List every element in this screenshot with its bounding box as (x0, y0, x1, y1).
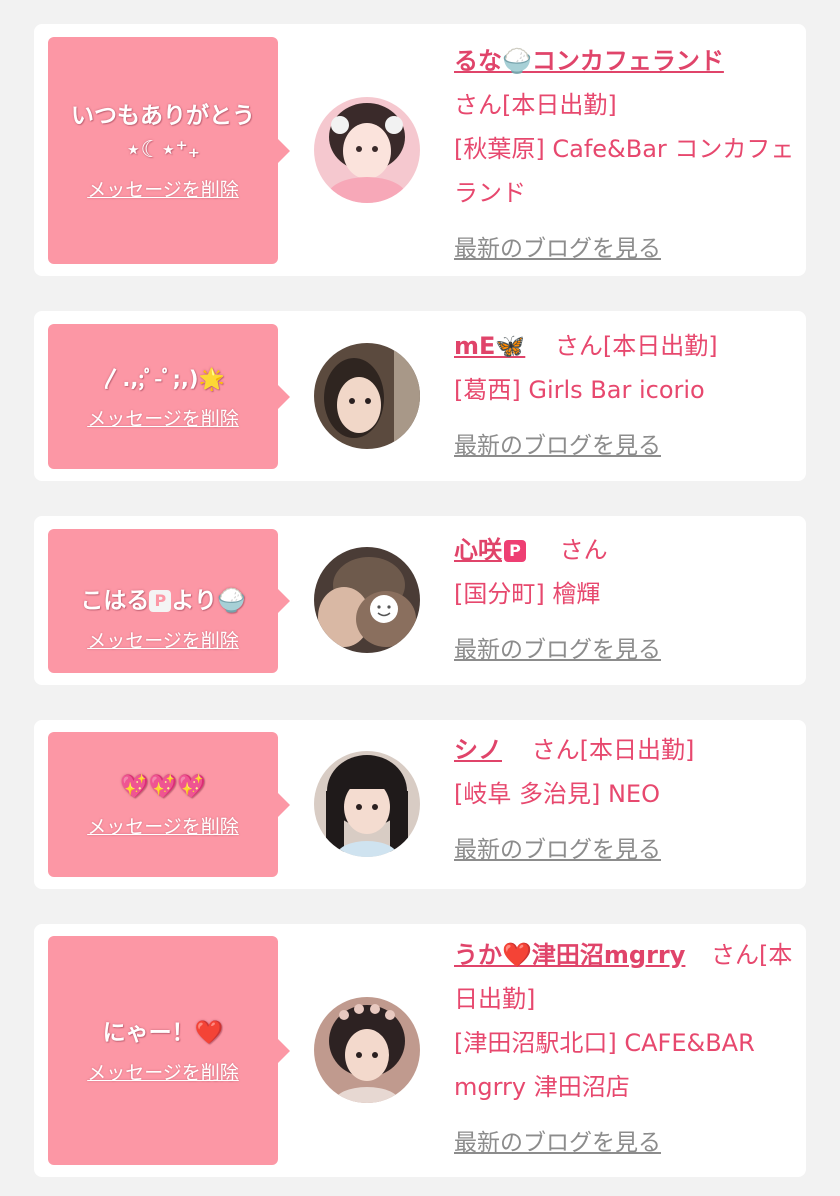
delete-message-link[interactable]: メッセージを削除 (87, 626, 239, 653)
cast-name-link[interactable]: うか❤️津田沼mgrry (454, 941, 685, 969)
p-badge-icon: P (149, 589, 172, 612)
message-bubble: にゃー！❤️ メッセージを削除 (48, 936, 290, 1165)
message-bubble: 〳.,;ﾟ-ﾟ;,)🌟 メッセージを削除 (48, 324, 290, 469)
delete-message-link[interactable]: メッセージを削除 (87, 812, 239, 839)
message-card: 〳.,;ﾟ-ﾟ;,)🌟 メッセージを削除 mE🦋 さん[本日出勤] [葛西] G… (34, 311, 806, 481)
latest-blog-link[interactable]: 最新のブログを見る (454, 1121, 799, 1165)
shop-text: [津田沼駅北口] CAFE&BAR mgrry 津田沼店 (454, 1029, 755, 1101)
avatar[interactable] (314, 97, 420, 203)
message-card: にゃー！❤️ メッセージを削除 うか❤️津田沼mgrry さん[本日出勤] [津… (34, 924, 806, 1177)
message-card: いつもありがとう ⋆☾⋆⁺₊ メッセージを削除 るな🍚コンカフェランド さん[本… (34, 24, 806, 276)
avatar[interactable] (314, 751, 420, 857)
shop-text: [国分町] 檜輝 (454, 580, 601, 608)
avatar[interactable] (314, 997, 420, 1103)
message-list: いつもありがとう ⋆☾⋆⁺₊ メッセージを削除 るな🍚コンカフェランド さん[本… (0, 0, 840, 1196)
delete-message-link[interactable]: メッセージを削除 (87, 175, 239, 202)
cast-info: 心咲 P さん [国分町] 檜輝 最新のブログを見る (454, 528, 799, 672)
latest-blog-link[interactable]: 最新のブログを見る (454, 628, 799, 672)
avatar[interactable] (314, 343, 420, 449)
shop-text: [岐阜 多治見] NEO (454, 780, 660, 808)
message-text-start: こはる (80, 587, 150, 614)
cast-name-link[interactable]: シノ (454, 736, 502, 764)
cast-suffix: さん[本日出勤] (554, 332, 718, 360)
cast-suffix: さん[本日出勤] (454, 91, 617, 119)
cast-name-link[interactable]: るな🍚コンカフェランド (454, 47, 724, 75)
cast-info: るな🍚コンカフェランド さん[本日出勤] [秋葉原] Cafe&Bar コンカフ… (454, 39, 799, 271)
message-bubble: いつもありがとう ⋆☾⋆⁺₊ メッセージを削除 (48, 37, 290, 264)
message-text: にゃー！❤️ (102, 1020, 224, 1046)
shop-text: [葛西] Girls Bar icorio (454, 376, 705, 404)
cast-suffix: さん[本日出勤] (531, 736, 695, 764)
message-text: こはる P より🍚 (70, 550, 255, 618)
latest-blog-link[interactable]: 最新のブログを見る (454, 828, 799, 872)
message-bubble: こはる P より🍚 メッセージを削除 (48, 529, 290, 673)
latest-blog-link[interactable]: 最新のブログを見る (454, 424, 799, 468)
cast-name-text: 心咲 (454, 536, 502, 564)
message-text: 💖💖💖 (120, 774, 206, 800)
message-card: こはる P より🍚 メッセージを削除 心咲 P さん [国分町] 檜輝 最新のブログを… (34, 516, 806, 685)
message-text: 〳.,;ﾟ-ﾟ;,)🌟 (101, 367, 225, 391)
p-badge-icon: P (504, 540, 526, 562)
cast-name-link[interactable]: mE🦋 (454, 332, 525, 360)
cast-info: シノ さん[本日出勤] [岐阜 多治見] NEO 最新のブログを見る (454, 728, 799, 872)
latest-blog-link[interactable]: 最新のブログを見る (454, 227, 799, 271)
message-bubble: 💖💖💖 メッセージを削除 (48, 732, 290, 877)
shop-text: [秋葉原] Cafe&Bar コンカフェランド (454, 135, 795, 207)
cast-suffix: さん (559, 536, 608, 564)
delete-message-link[interactable]: メッセージを削除 (87, 404, 239, 431)
delete-message-link[interactable]: メッセージを削除 (87, 1058, 239, 1085)
cast-info: mE🦋 さん[本日出勤] [葛西] Girls Bar icorio 最新のブロ… (454, 324, 799, 468)
message-text: いつもありがとう ⋆☾⋆⁺₊ (71, 103, 255, 163)
cast-info: うか❤️津田沼mgrry さん[本日出勤] [津田沼駅北口] CAFE&BAR … (454, 933, 799, 1165)
avatar[interactable] (314, 547, 420, 653)
cast-name-link[interactable]: 心咲 P (454, 536, 526, 564)
message-card: 💖💖💖 メッセージを削除 シノ さん[本日出勤] [岐阜 多治見] NEO 最新… (34, 720, 806, 889)
message-text-end: より🍚 (171, 587, 246, 614)
